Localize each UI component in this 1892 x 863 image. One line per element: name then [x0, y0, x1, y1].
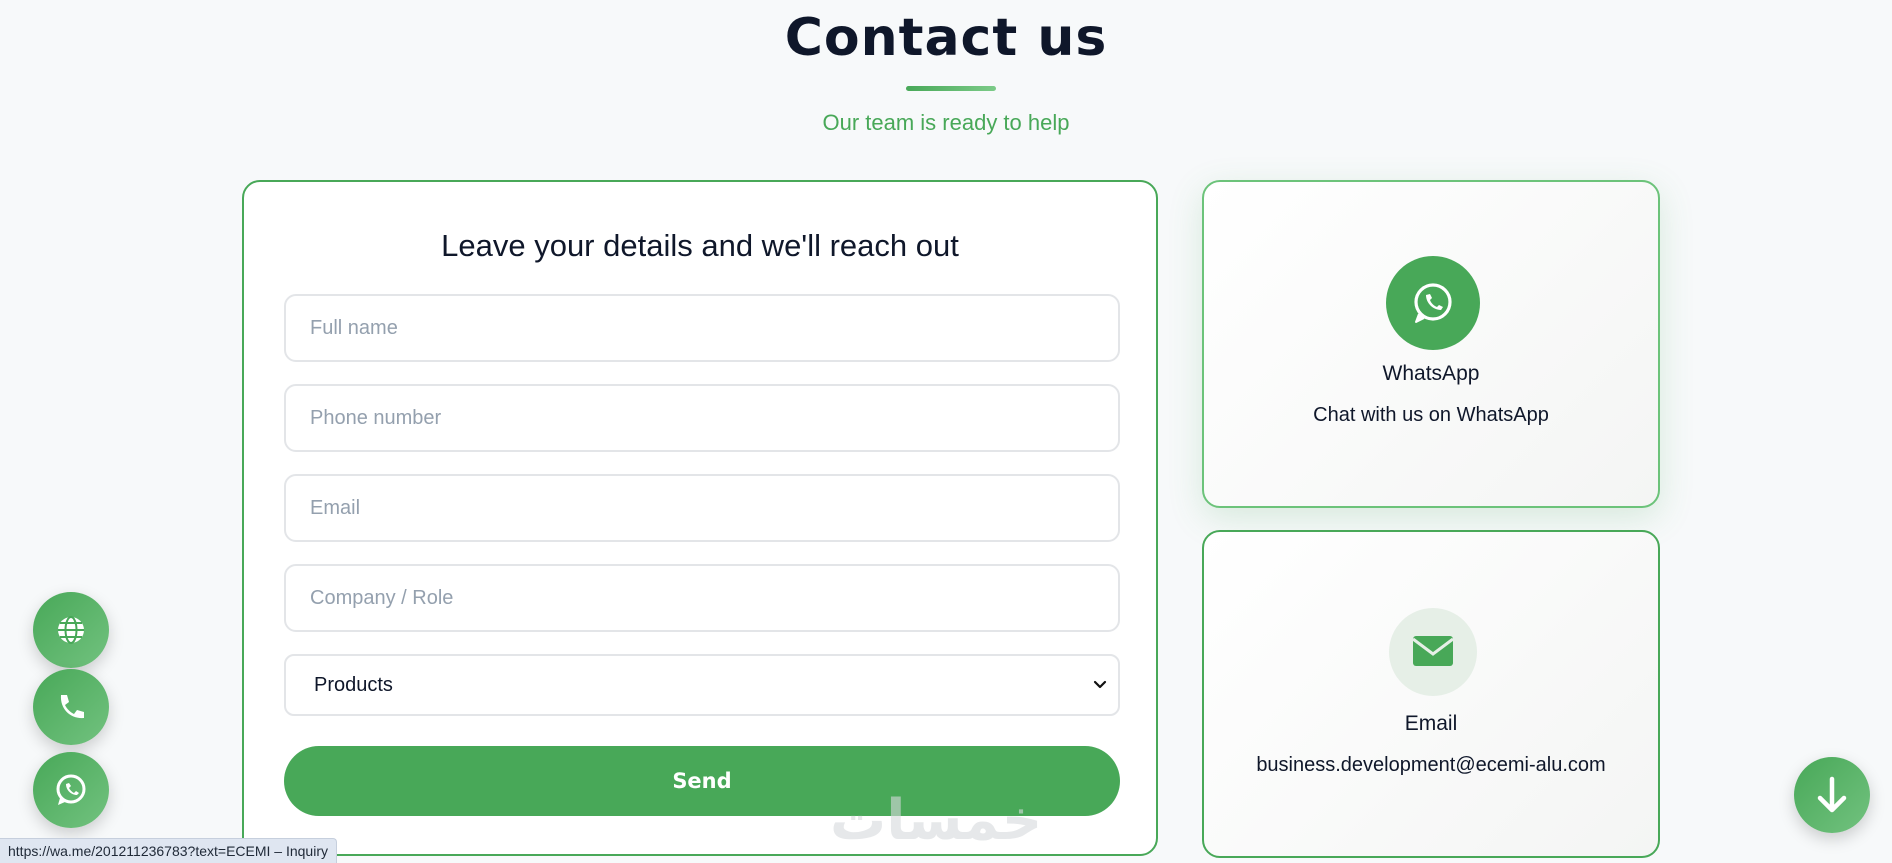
- phone-input[interactable]: [284, 384, 1120, 452]
- email-card-title: Email: [1404, 712, 1458, 735]
- page-title: Contact us: [784, 8, 1108, 68]
- whatsapp-icon-circle: [1386, 256, 1480, 350]
- globe-icon: [58, 616, 84, 644]
- phone-icon: [60, 695, 84, 719]
- products-select[interactable]: Products: [284, 654, 1120, 716]
- full-name-input[interactable]: [284, 294, 1120, 362]
- page-subtitle: Our team is ready to help: [822, 110, 1070, 135]
- phone-float-button[interactable]: [33, 669, 109, 745]
- scroll-down-button[interactable]: [1794, 757, 1870, 833]
- email-card[interactable]: Email business.development@ecemi-alu.com: [1202, 530, 1660, 858]
- email-card-address[interactable]: business.development@ecemi-alu.com: [1204, 754, 1658, 777]
- select-value: Products: [314, 674, 393, 696]
- form-title: Leave your details and we'll reach out: [441, 228, 959, 263]
- company-role-input[interactable]: [284, 564, 1120, 632]
- whatsapp-card-text: Chat with us on WhatsApp: [1313, 404, 1549, 426]
- whatsapp-icon: [56, 774, 86, 805]
- website-float-button[interactable]: [33, 592, 109, 668]
- envelope-icon: [1412, 636, 1454, 666]
- whatsapp-card[interactable]: WhatsApp Chat with us on WhatsApp: [1202, 180, 1660, 508]
- whatsapp-icon: [1414, 283, 1452, 323]
- email-icon-circle: [1389, 608, 1477, 696]
- watermark: خمسات: [830, 788, 1043, 853]
- arrow-down-icon: [1817, 776, 1847, 813]
- contact-form-card: Leave your details and we'll reach out P…: [242, 180, 1158, 856]
- email-input[interactable]: [284, 474, 1120, 542]
- chevron-down-icon: [1093, 680, 1107, 689]
- whatsapp-card-title: WhatsApp: [1382, 362, 1480, 385]
- whatsapp-float-button[interactable]: [33, 752, 109, 828]
- title-underline: [906, 86, 996, 91]
- status-bar-url: https://wa.me/201211236783?text=ECEMI – …: [0, 838, 337, 863]
